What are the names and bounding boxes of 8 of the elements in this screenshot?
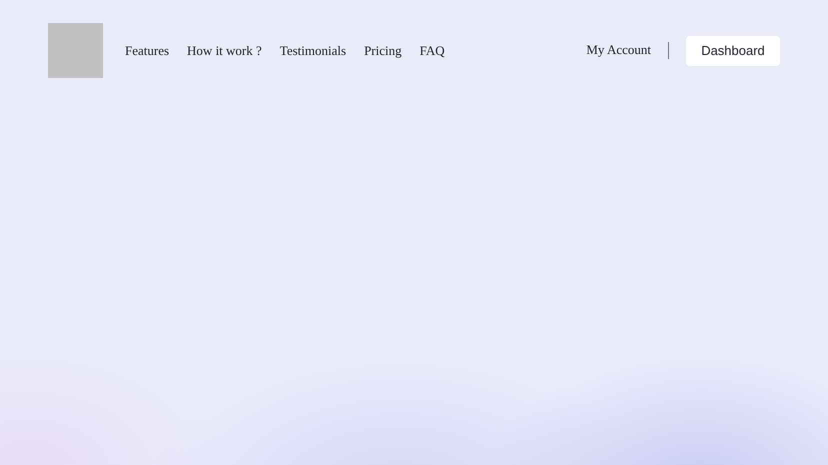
nav-link[interactable]: FAQ: [420, 42, 445, 58]
logo-placeholder: [48, 23, 103, 78]
account-link[interactable]: My Account: [586, 42, 651, 58]
dashboard-button[interactable]: Dashboard: [686, 36, 780, 66]
nav-link[interactable]: How it work ?: [187, 42, 262, 58]
nav-link[interactable]: Testimonials: [280, 42, 346, 58]
nav-link[interactable]: Pricing: [364, 42, 402, 58]
nav-link[interactable]: Features: [125, 42, 170, 58]
